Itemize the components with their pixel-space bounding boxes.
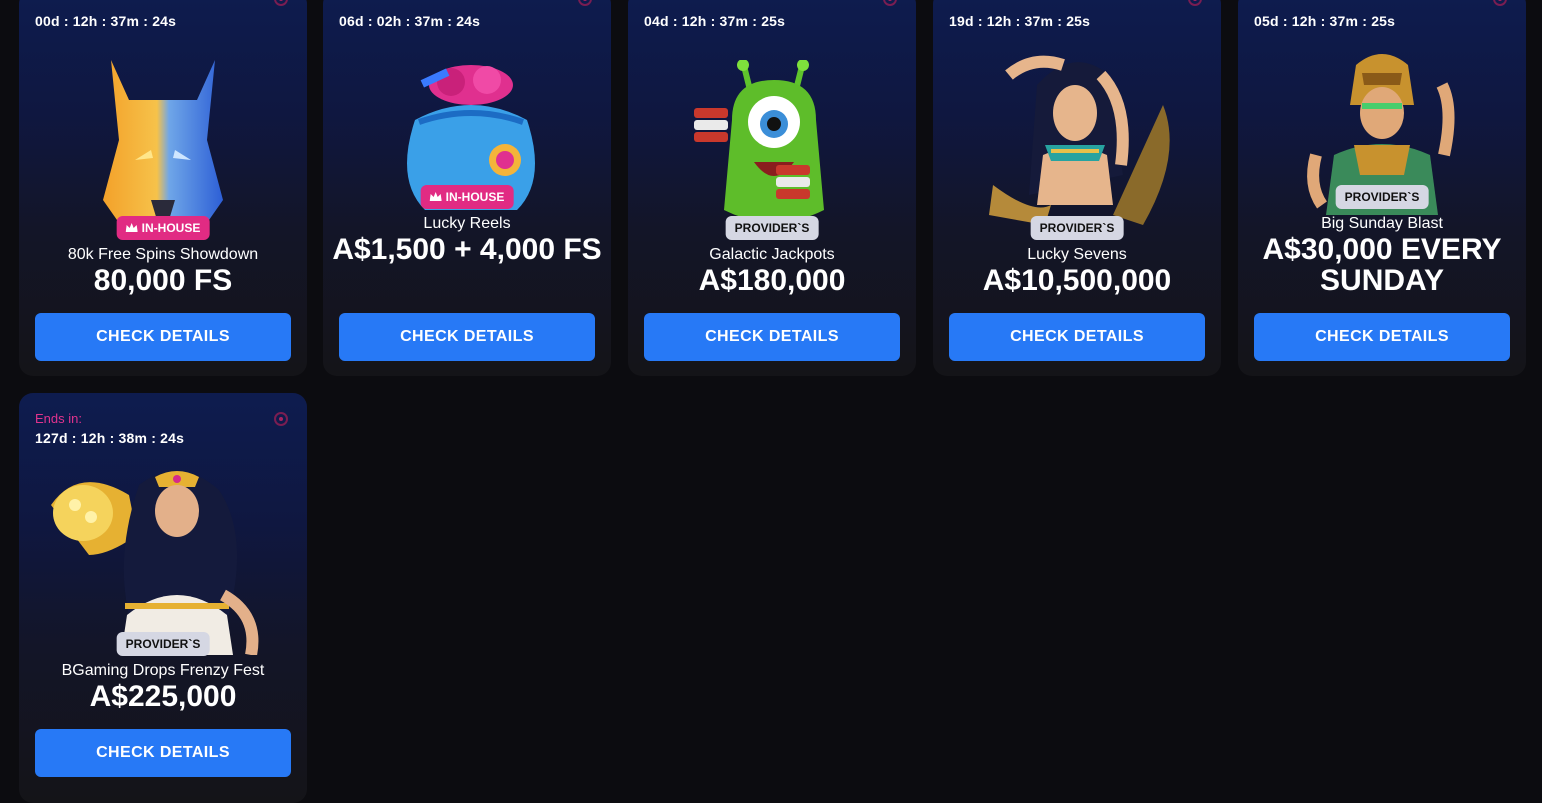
promo-card: 19d : 12h : 37m : 25s PROVIDER`S Lucky S…	[933, 0, 1221, 376]
crown-icon	[429, 191, 442, 201]
promo-prize: 80,000 FS	[93, 264, 233, 297]
radio-indicator-icon[interactable]	[274, 0, 288, 6]
countdown-timer: 05d : 12h : 37m : 25s	[1254, 13, 1396, 29]
promo-prize: A$10,500,000	[982, 264, 1172, 297]
countdown-timer: 00d : 12h : 37m : 24s	[35, 13, 177, 29]
promo-card: Ends in: 127d : 12h : 38m : 24s PROVIDER…	[19, 393, 307, 803]
countdown-timer: 04d : 12h : 37m : 25s	[644, 13, 786, 29]
check-details-button[interactable]: CHECK DETAILS	[35, 729, 291, 777]
egyptian-queen-icon	[989, 55, 1170, 225]
check-details-button[interactable]: CHECK DETAILS	[339, 313, 595, 361]
crown-icon	[125, 222, 138, 232]
provider-badge: PROVIDER`S	[1335, 185, 1429, 209]
goddess-cornucopia-icon	[51, 471, 259, 655]
in-house-badge: IN-HOUSE	[420, 185, 514, 209]
countdown-timer: 127d : 12h : 38m : 24s	[35, 430, 185, 446]
check-details-button[interactable]: CHECK DETAILS	[35, 313, 291, 361]
alien-icon	[694, 60, 824, 223]
promo-prize: A$180,000	[698, 264, 846, 297]
promo-card: 06d : 02h : 37m : 24s IN-HOUSE Lucky Ree…	[323, 0, 611, 376]
promo-title: 80k Free Spins Showdown	[67, 246, 259, 263]
radio-indicator-icon[interactable]	[1493, 0, 1507, 6]
check-details-button[interactable]: CHECK DETAILS	[949, 313, 1205, 361]
radio-indicator-icon[interactable]	[578, 0, 592, 6]
in-house-badge: IN-HOUSE	[116, 216, 210, 240]
promo-title: Lucky Reels	[423, 215, 511, 232]
promo-title: Lucky Sevens	[1027, 246, 1127, 263]
ends-in-label: Ends in:	[35, 411, 82, 426]
promo-card: 04d : 12h : 37m : 25s PROVIDER`S Galacti…	[628, 0, 916, 376]
countdown-timer: 19d : 12h : 37m : 25s	[949, 13, 1091, 29]
radio-indicator-icon[interactable]	[274, 412, 288, 426]
promo-prize: A$225,000	[89, 680, 237, 713]
promo-card: 00d : 12h : 37m : 24s IN-HOUSE 80k Free …	[19, 0, 307, 376]
promo-card: 05d : 12h : 37m : 25s PROVIDER`S Big Sun…	[1238, 0, 1526, 376]
radio-indicator-icon[interactable]	[1188, 0, 1202, 6]
countdown-timer: 06d : 02h : 37m : 24s	[339, 13, 481, 29]
promo-title: BGaming Drops Frenzy Fest	[61, 662, 265, 679]
check-details-button[interactable]: CHECK DETAILS	[1254, 313, 1510, 361]
check-details-button[interactable]: CHECK DETAILS	[644, 313, 900, 361]
provider-badge: PROVIDER`S	[1030, 216, 1124, 240]
promo-title: Galactic Jackpots	[709, 246, 835, 263]
radio-indicator-icon[interactable]	[883, 0, 897, 6]
provider-badge: PROVIDER`S	[116, 632, 210, 656]
provider-badge: PROVIDER`S	[725, 216, 819, 240]
promo-prize: A$30,000 EVERY SUNDAY	[1262, 233, 1502, 297]
promo-prize: A$1,500 + 4,000 FS	[332, 233, 602, 266]
promo-title: Big Sunday Blast	[1321, 215, 1443, 232]
